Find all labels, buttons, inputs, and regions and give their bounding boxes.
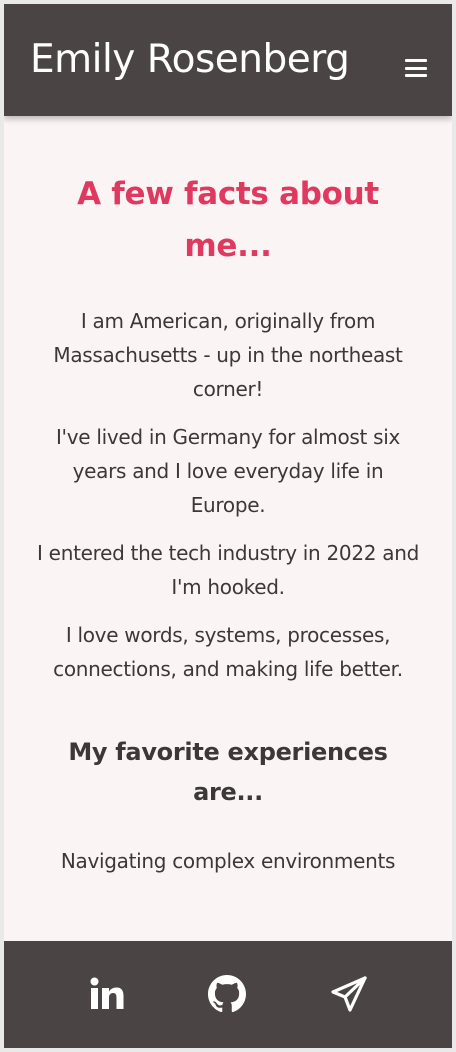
experiences-heading: My favorite experiences are... (68, 738, 388, 806)
message-link[interactable] (326, 971, 372, 1017)
paper-plane-icon (331, 976, 367, 1012)
facts-heading: A few facts about me... (77, 176, 379, 264)
site-header: Emily Rosenberg (4, 4, 452, 116)
hamburger-menu-icon (405, 59, 427, 77)
github-icon (208, 975, 246, 1013)
experience-item: Navigating complex environments (60, 849, 396, 873)
fact-item: I entered the tech industry in 2022 and … (37, 541, 419, 599)
fact-item: I love words, systems, processes, connec… (53, 623, 403, 681)
fact-item: I've lived in Germany for almost six yea… (55, 425, 401, 517)
experiences-list: Navigating complex environments (34, 844, 422, 878)
github-link[interactable] (204, 971, 250, 1017)
main-content: A few facts about me... I am American, o… (4, 116, 452, 878)
fact-item: I am American, originally from Massachus… (53, 309, 403, 401)
linkedin-link[interactable] (84, 971, 130, 1017)
site-title[interactable]: Emily Rosenberg (30, 34, 350, 86)
menu-button[interactable] (398, 50, 434, 86)
site-footer (4, 941, 452, 1048)
linkedin-icon (90, 977, 124, 1009)
facts-list: I am American, originally from Massachus… (34, 304, 422, 686)
page-frame: Emily Rosenberg A few facts about me... … (4, 4, 452, 1048)
